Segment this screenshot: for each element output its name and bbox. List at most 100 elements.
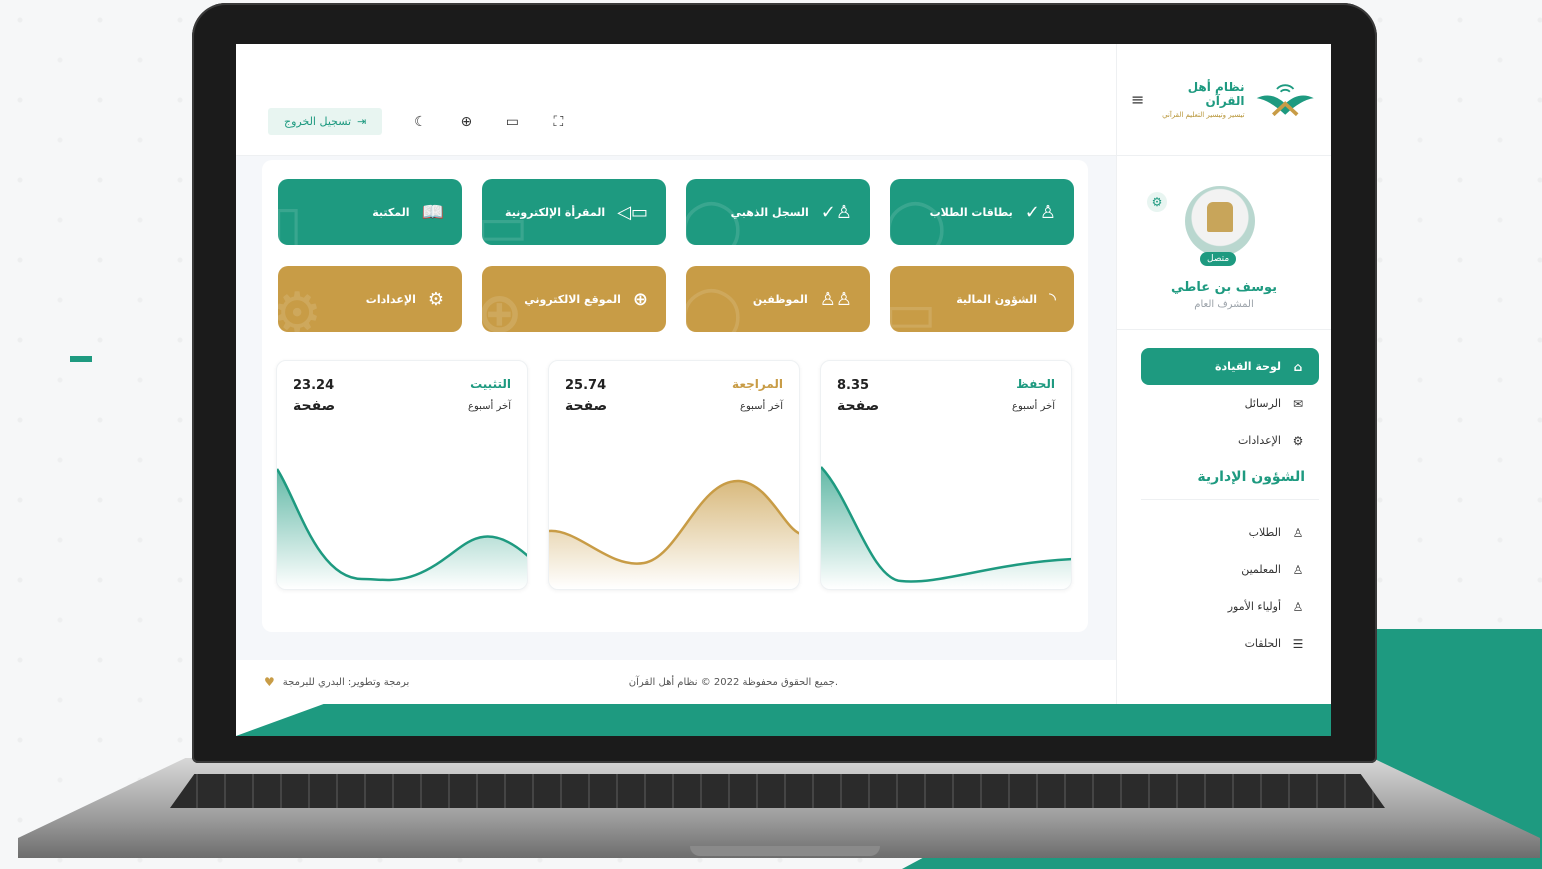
sidebar-item-label: الرسائل	[1244, 397, 1281, 410]
sidebar-item-label: الإعدادات	[1237, 434, 1281, 447]
logout-icon: ⇥	[357, 115, 367, 128]
sidebar-item-label: أولياء الأمور	[1227, 600, 1281, 613]
avatar-figure	[1207, 202, 1233, 232]
mail-icon: ✉	[1292, 396, 1304, 411]
quick-links-grid: ♙✓ بطاقات الطلاب ◯ ♙✓ السجل الذهبي ◯ ▭◁ …	[278, 179, 1074, 332]
topbar: ⇥ تسجيل الخروج ☾ ⊕ ▭ ⛶	[236, 88, 1116, 156]
users-icon: ♙♙	[819, 288, 852, 310]
laptop-keyboard	[170, 774, 1385, 808]
tile-settings[interactable]: ⚙ الإعدادات ⚙	[278, 266, 462, 332]
brand: نظام أهل القرآن تيسير وتيسير التعليم الق…	[1117, 44, 1331, 156]
brand-name: نظام أهل القرآن	[1187, 80, 1245, 108]
message-icon[interactable]: ▭	[504, 114, 520, 130]
sidebar-item-messages[interactable]: ✉ الرسائل	[1141, 385, 1319, 422]
tile-student-cards[interactable]: ♙✓ بطاقات الطلاب ◯	[890, 179, 1074, 245]
stat-subtitle: آخر أسبوع	[468, 401, 511, 412]
stat-subtitle: آخر أسبوع	[1012, 401, 1055, 412]
stat-title: الحفظ	[1016, 377, 1055, 391]
heart-icon: ♥	[264, 675, 275, 689]
stat-value: 23.24	[293, 378, 335, 393]
profile-settings-icon[interactable]: ⚙	[1147, 192, 1167, 212]
tile-label: المكتبة	[372, 205, 410, 219]
stat-sparkline	[277, 468, 527, 589]
tile-ghost-icon: ⊕	[482, 281, 523, 332]
tile-ghost-icon: ⚙	[278, 281, 323, 332]
tile-ghost-icon: ◯	[890, 194, 947, 245]
user-icon: ♙	[1292, 599, 1304, 614]
tile-ghost-icon: ▯	[278, 194, 303, 245]
profile-card: ⚙ متصل يوسف بن عاطي المشرف العام	[1117, 156, 1331, 330]
sidebar: نظام أهل القرآن تيسير وتيسير التعليم الق…	[1116, 44, 1331, 736]
brand-tagline: تيسير وتيسير التعليم القرآني	[1162, 111, 1245, 119]
footer-copyright: جميع الحقوق محفوظة 2022 © نظام أهل القرآ…	[628, 676, 838, 688]
sidebar-item-label: الحلقات	[1244, 637, 1281, 650]
sidebar-nav: ⌂ لوحة القيادة ✉ الرسائل ⚙ الإعدادات الش…	[1117, 330, 1331, 662]
stat-card-revision: المراجعة آخر أسبوع 25.74 صفحة	[548, 360, 800, 590]
menu-toggle-icon[interactable]: ≡	[1131, 90, 1144, 109]
sidebar-item-teachers[interactable]: ♙ المعلمين	[1141, 551, 1319, 588]
sidebar-item-label: لوحة القيادة	[1214, 360, 1281, 373]
stat-subtitle: آخر أسبوع	[740, 401, 783, 412]
video-icon: ▭◁	[617, 201, 648, 223]
tile-library[interactable]: 📖 المكتبة ▯	[278, 179, 462, 245]
list-icon: ☰	[1292, 636, 1304, 651]
stat-card-consolidation: التثبيت آخر أسبوع 23.24 صفحة	[276, 360, 528, 590]
tile-ghost-icon: ◯	[686, 281, 743, 332]
tile-ghost-icon: ▭	[890, 281, 937, 332]
footer-credits: ♥ برمجة وتطوير: البدري للبرمجة	[264, 675, 409, 689]
fullscreen-icon[interactable]: ⛶	[550, 114, 566, 130]
tile-label: الإعدادات	[365, 292, 416, 306]
user-role: المشرف العام	[1194, 299, 1254, 310]
decorative-dash	[70, 356, 92, 362]
app-screen: نظام أهل القرآن تيسير وتيسير التعليم الق…	[236, 44, 1331, 736]
logout-button[interactable]: ⇥ تسجيل الخروج	[268, 108, 383, 135]
sidebar-item-label: الطلاب	[1248, 526, 1281, 539]
avatar	[1185, 186, 1255, 256]
user-icon: ♙	[1292, 525, 1304, 540]
tile-e-recitation[interactable]: ▭◁ المقرأة الإلكترونية ▭	[482, 179, 666, 245]
sidebar-item-students[interactable]: ♙ الطلاب	[1141, 514, 1319, 551]
stats-grid: الحفظ آخر أسبوع 8.35 صفحة المراجعة آخر أ…	[276, 360, 1072, 590]
brand-logo-icon	[1256, 83, 1314, 116]
sidebar-item-parents[interactable]: ♙ أولياء الأمور	[1141, 588, 1319, 625]
stat-unit: صفحة	[293, 398, 336, 414]
footer-wave	[236, 704, 1331, 736]
stat-unit: صفحة	[565, 398, 608, 414]
logout-label: تسجيل الخروج	[284, 115, 352, 128]
stat-value: 25.74	[565, 378, 607, 393]
sidebar-item-dashboard[interactable]: ⌂ لوحة القيادة	[1141, 348, 1319, 385]
tile-label: الموظفين	[752, 292, 808, 306]
tile-label: الشؤون المالية	[956, 292, 1038, 306]
book-icon: 📖	[421, 201, 444, 223]
moon-icon[interactable]: ☾	[412, 114, 428, 130]
user-check-icon: ♙✓	[1024, 201, 1056, 223]
settings-icon: ⚙	[1292, 433, 1304, 448]
sidebar-item-circles[interactable]: ☰ الحلقات	[1141, 625, 1319, 662]
sidebar-item-settings[interactable]: ⚙ الإعدادات	[1141, 422, 1319, 459]
stat-title: المراجعة	[732, 377, 783, 391]
tile-finance[interactable]: ◝ الشؤون المالية ▭	[890, 266, 1074, 332]
globe-icon: ⊕	[632, 288, 648, 310]
main-content: ♙✓ بطاقات الطلاب ◯ ♙✓ السجل الذهبي ◯ ▭◁ …	[236, 156, 1116, 660]
stat-card-memorization: الحفظ آخر أسبوع 8.35 صفحة	[820, 360, 1072, 590]
footer-credits-text[interactable]: برمجة وتطوير: البدري للبرمجة	[283, 677, 409, 688]
stat-sparkline	[821, 466, 1071, 589]
globe-icon[interactable]: ⊕	[458, 114, 474, 130]
user-check-icon: ♙✓	[820, 201, 852, 223]
sidebar-item-label: المعلمين	[1241, 563, 1281, 576]
laptop-notch	[690, 846, 880, 856]
dashboard-card: ♙✓ بطاقات الطلاب ◯ ♙✓ السجل الذهبي ◯ ▭◁ …	[262, 160, 1088, 632]
user-name: يوسف بن عاطي	[1170, 280, 1278, 295]
laptop-base	[18, 758, 1540, 858]
home-icon: ⌂	[1293, 359, 1303, 374]
footer: ♥ برمجة وتطوير: البدري للبرمجة جميع الحق…	[236, 660, 1116, 704]
stat-title: التثبيت	[470, 377, 511, 391]
tile-website[interactable]: ⊕ الموقع الالكتروني ⊕	[482, 266, 666, 332]
admin-section-title: الشؤون الإدارية	[1141, 459, 1319, 500]
tile-label: الموقع الالكتروني	[524, 292, 621, 306]
rss-icon: ◝	[1049, 288, 1056, 310]
gear-icon: ⚙	[427, 288, 444, 310]
tile-staff[interactable]: ♙♙ الموظفين ◯	[686, 266, 870, 332]
stat-unit: صفحة	[837, 398, 880, 414]
tile-golden-record[interactable]: ♙✓ السجل الذهبي ◯	[686, 179, 870, 245]
